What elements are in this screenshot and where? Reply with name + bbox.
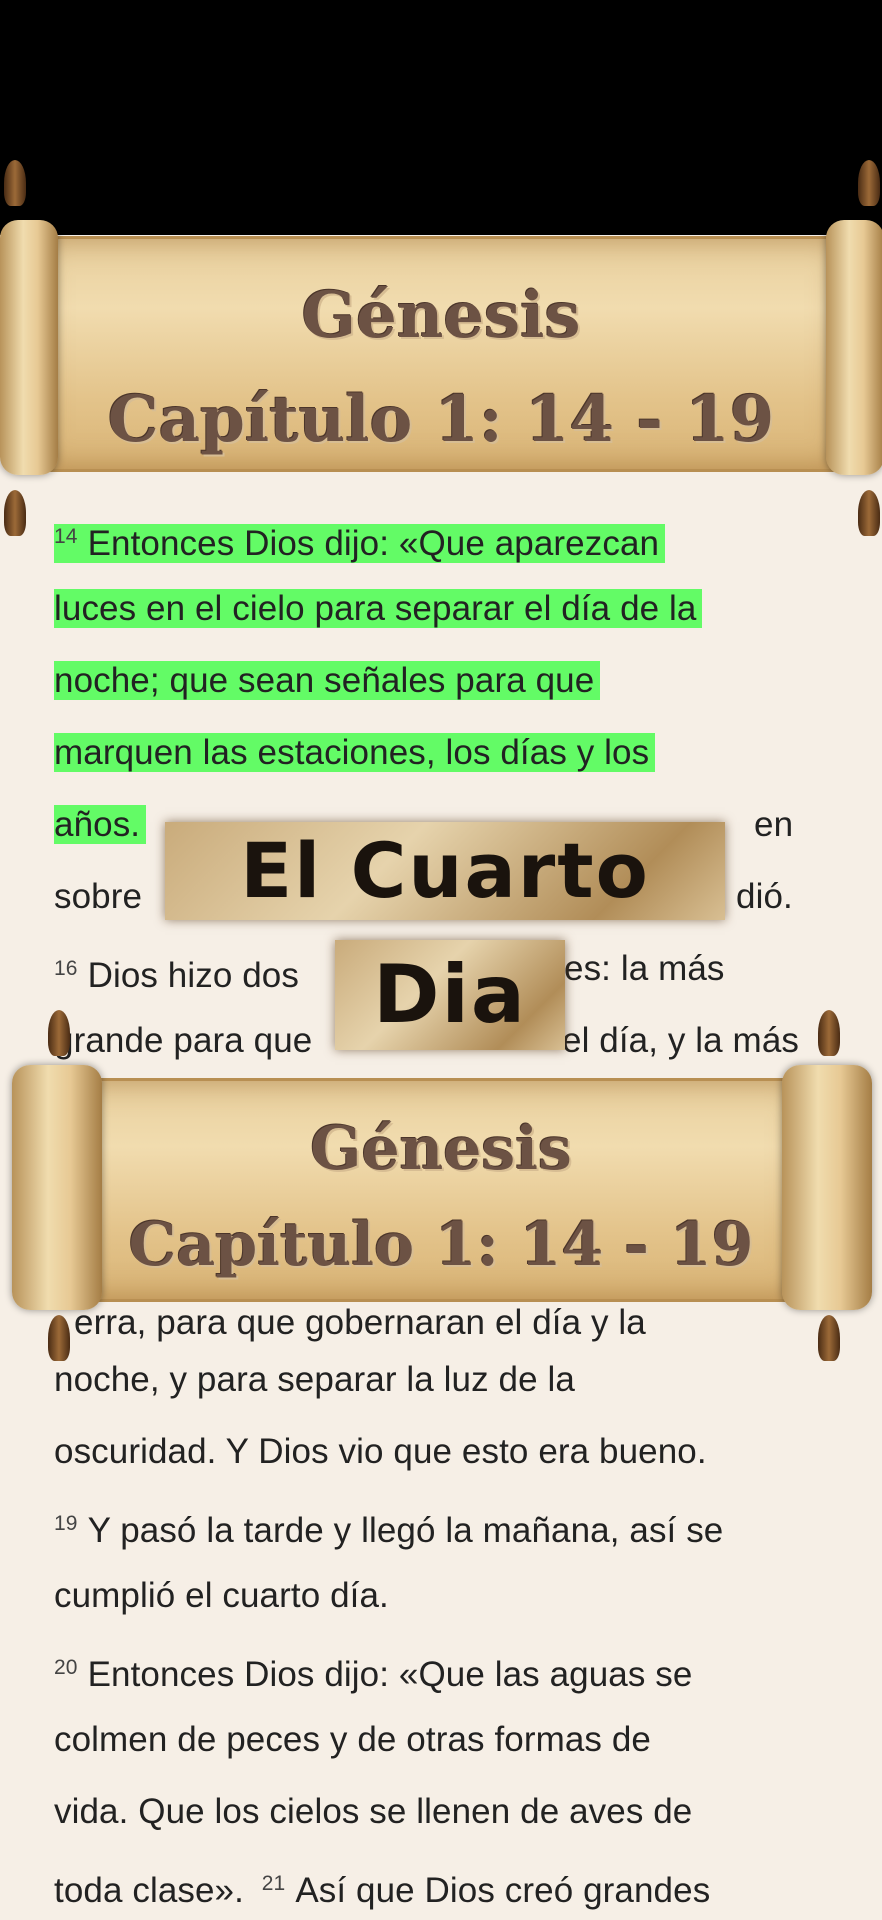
stamp-line-2: Dia [335,940,565,1050]
scroll-knob-icon [48,1010,70,1056]
scroll-knob-icon [818,1315,840,1361]
verse-number: 20 [54,1656,78,1679]
scroll-knob-icon [4,160,26,206]
scroll-knob-icon [858,490,880,536]
highlight: noche; que sean señales para que [54,661,601,700]
scroll-knob-icon [858,160,880,206]
verse-number: 16 [54,957,78,980]
verse-number: 19 [54,1512,78,1535]
verse-text-span: Así que Dios creó grandes [295,1871,711,1910]
verse-line: toda clase». 21 Así que Dios creó grandes [54,1859,711,1910]
scroll-banner-bottom: Génesis Capítulo 1: 14 - 19 [0,1010,882,1380]
stamp-line-1: El Cuarto [165,822,725,920]
verse-line: marquen las estaciones, los días y los [54,728,656,778]
scroll-title-chapter: Capítulo 1: 14 - 19 [128,1210,754,1280]
verse-text-span: Y pasó la tarde y llegó la mañana, así s… [87,1511,724,1550]
verse-text-span: oscuridad. Y Dios vio que esto era bueno… [54,1432,707,1471]
highlight: luces en el cielo para separar el día de… [54,589,703,628]
scroll-title-book: Génesis [301,278,581,353]
highlight: marquen las estaciones, los días y los [54,733,656,772]
verse-line: 19 Y pasó la tarde y llegó la mañana, así… [54,1499,724,1550]
verse-line: colmen de peces y de otras formas de [54,1715,651,1765]
verse-line: cumplió el cuarto día. [54,1571,389,1621]
scroll-knob-icon [4,490,26,536]
verse-text-span: Dios hizo dos [87,956,299,995]
verse-line: vida. Que los cielos se llenen de aves d… [54,1787,692,1837]
verse-line: luces en el cielo para separar el día de… [54,584,703,634]
scroll-banner-top: Génesis Capítulo 1: 14 - 19 [0,160,882,540]
verse-text-span: cumplió el cuarto día. [54,1576,389,1615]
verse-text-span: Entonces Dios dijo: «Que las aguas se [87,1655,693,1694]
verse-text-span: es: la más [564,949,725,988]
scroll-title-book: Génesis [310,1114,572,1184]
verse-text-span: en [754,805,794,844]
verse-line: 20 Entonces Dios dijo: «Que las aguas se [54,1643,693,1694]
verse-number: 21 [261,1872,286,1895]
verse-line: oscuridad. Y Dios vio que esto era bueno… [54,1427,707,1477]
scroll-knob-icon [818,1010,840,1056]
verse-text-span: dió. [736,877,793,916]
scroll-knob-icon [48,1315,70,1361]
verse-line: noche; que sean señales para que [54,656,601,706]
scroll-title-chapter: Capítulo 1: 14 - 19 [107,382,775,457]
verse-text-span: sobre [54,877,143,916]
verse-text-span: vida. Que los cielos se llenen de aves d… [54,1792,693,1831]
verse-text-span: toda clase». [54,1871,244,1910]
highlight: años. [54,805,147,844]
verse-text-span: colmen de peces y de otras formas de [54,1720,651,1759]
